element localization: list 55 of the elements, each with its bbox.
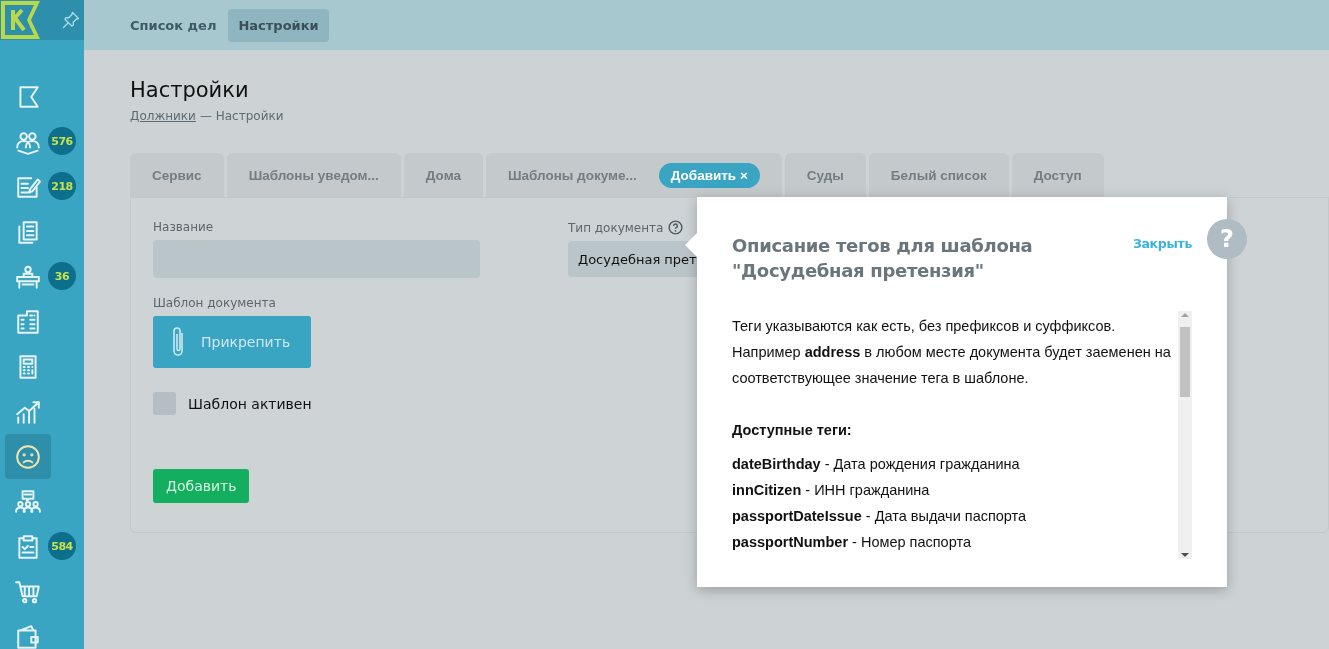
tab-label: Белый список — [890, 168, 987, 183]
group-chat-icon — [15, 488, 41, 515]
wallet-icon — [15, 623, 41, 649]
breadcrumb-current: — Настройки — [199, 109, 284, 123]
clipboard-icon — [15, 533, 41, 560]
description-text: Теги указываются как есть, без префиксов и суффиксов. — [732, 317, 1117, 336]
close-link[interactable]: Закрыть — [1132, 236, 1192, 251]
count-badge: 584 — [48, 532, 76, 560]
help-button[interactable]: ? — [1207, 219, 1247, 259]
page-title: Настройки — [130, 78, 250, 104]
description-text: Например address в любом месте документа будет заеменен на соответствующее значение тега в шаблоне. — [732, 343, 1172, 388]
sidebar-item[interactable] — [5, 434, 51, 479]
attach-button[interactable]: Прикрепить — [153, 316, 311, 368]
logo-icon[interactable] — [0, 0, 42, 40]
settings-tab[interactable]: Суды — [784, 153, 866, 198]
count-badge: 576 — [48, 127, 76, 155]
count-badge: 36 — [48, 262, 76, 290]
tag-description: innCitizen - ИНН гражданина — [732, 481, 931, 500]
tab-label: Дома — [425, 168, 461, 183]
add-hint-pill[interactable]: Добавить × — [658, 163, 760, 188]
nav-tab[interactable]: Настройки — [228, 8, 329, 42]
desk-person-icon — [15, 263, 41, 290]
field-label: Шаблон документа — [153, 296, 276, 310]
settings-tab[interactable]: Сервис — [130, 153, 224, 198]
tab-label: Шаблоны докуме... — [507, 168, 637, 183]
pin-icon[interactable] — [62, 11, 80, 29]
tags-heading: Доступные теги: — [732, 421, 853, 440]
tag-description: passportDateIssue - Дата выдачи паспорта — [732, 507, 1028, 526]
tag-description: passportNumber - Номер паспорта — [732, 533, 972, 552]
checkbox-label: Шаблон активен — [188, 395, 312, 412]
tab-label: Доступ — [1033, 168, 1082, 183]
sad-face-icon — [15, 443, 41, 470]
settings-tab[interactable]: Дома — [403, 153, 483, 198]
documents-icon — [15, 218, 41, 245]
settings-tab[interactable]: Белый список — [868, 153, 1009, 198]
settings-tab[interactable]: Доступ — [1011, 153, 1104, 198]
tag-description: dateBirthday - Дата рождения гражданина — [732, 455, 1021, 474]
count-badge: 218 — [48, 172, 76, 200]
tab-label: Сервис — [152, 168, 202, 183]
settings-tab[interactable]: Шаблоны уведом... — [226, 153, 401, 198]
scrollbar[interactable] — [1178, 311, 1192, 559]
field-label: Тип документа — [568, 220, 664, 235]
active-checkbox[interactable] — [153, 392, 176, 415]
add-button[interactable]: Добавить — [153, 469, 250, 503]
breadcrumb-link[interactable]: Должники — [130, 109, 196, 123]
tab-label: Шаблоны уведом... — [248, 168, 379, 183]
cart-icon — [15, 578, 41, 605]
growth-chart-icon — [15, 398, 41, 425]
building-icon — [15, 308, 41, 335]
field-label: Название — [153, 220, 215, 234]
nav-tab[interactable]: Список дел — [120, 8, 227, 42]
tab-label: Суды — [806, 168, 844, 183]
settings-tab[interactable]: Шаблоны докуме... Добавить × — [485, 153, 782, 198]
help-icon[interactable] — [668, 220, 684, 235]
popup-title: Описание тегов для шаблона "Досудебная претензия" — [732, 234, 1034, 283]
